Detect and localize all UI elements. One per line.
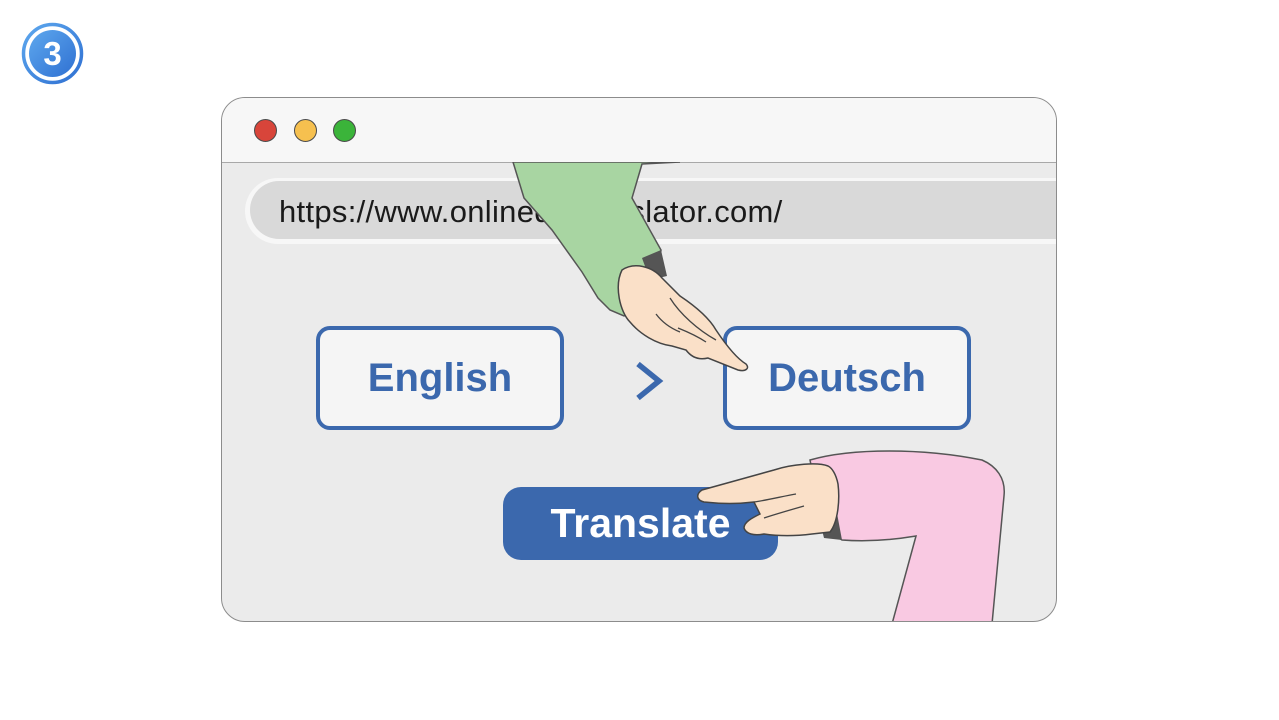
pointing-hand-green-sleeve xyxy=(512,162,749,372)
pointing-hand-pink-sleeve xyxy=(697,450,1005,621)
minimize-window-button[interactable] xyxy=(294,119,317,142)
target-language-label: Deutsch xyxy=(768,355,926,400)
close-window-button[interactable] xyxy=(254,119,277,142)
browser-window: https://www.onlinedictranslator.com/ Eng… xyxy=(221,97,1057,622)
maximize-window-button[interactable] xyxy=(333,119,356,142)
step-number-badge: 3 xyxy=(21,22,84,85)
step-number: 3 xyxy=(43,35,61,72)
title-bar xyxy=(222,98,1056,163)
source-language-label: English xyxy=(367,355,513,400)
